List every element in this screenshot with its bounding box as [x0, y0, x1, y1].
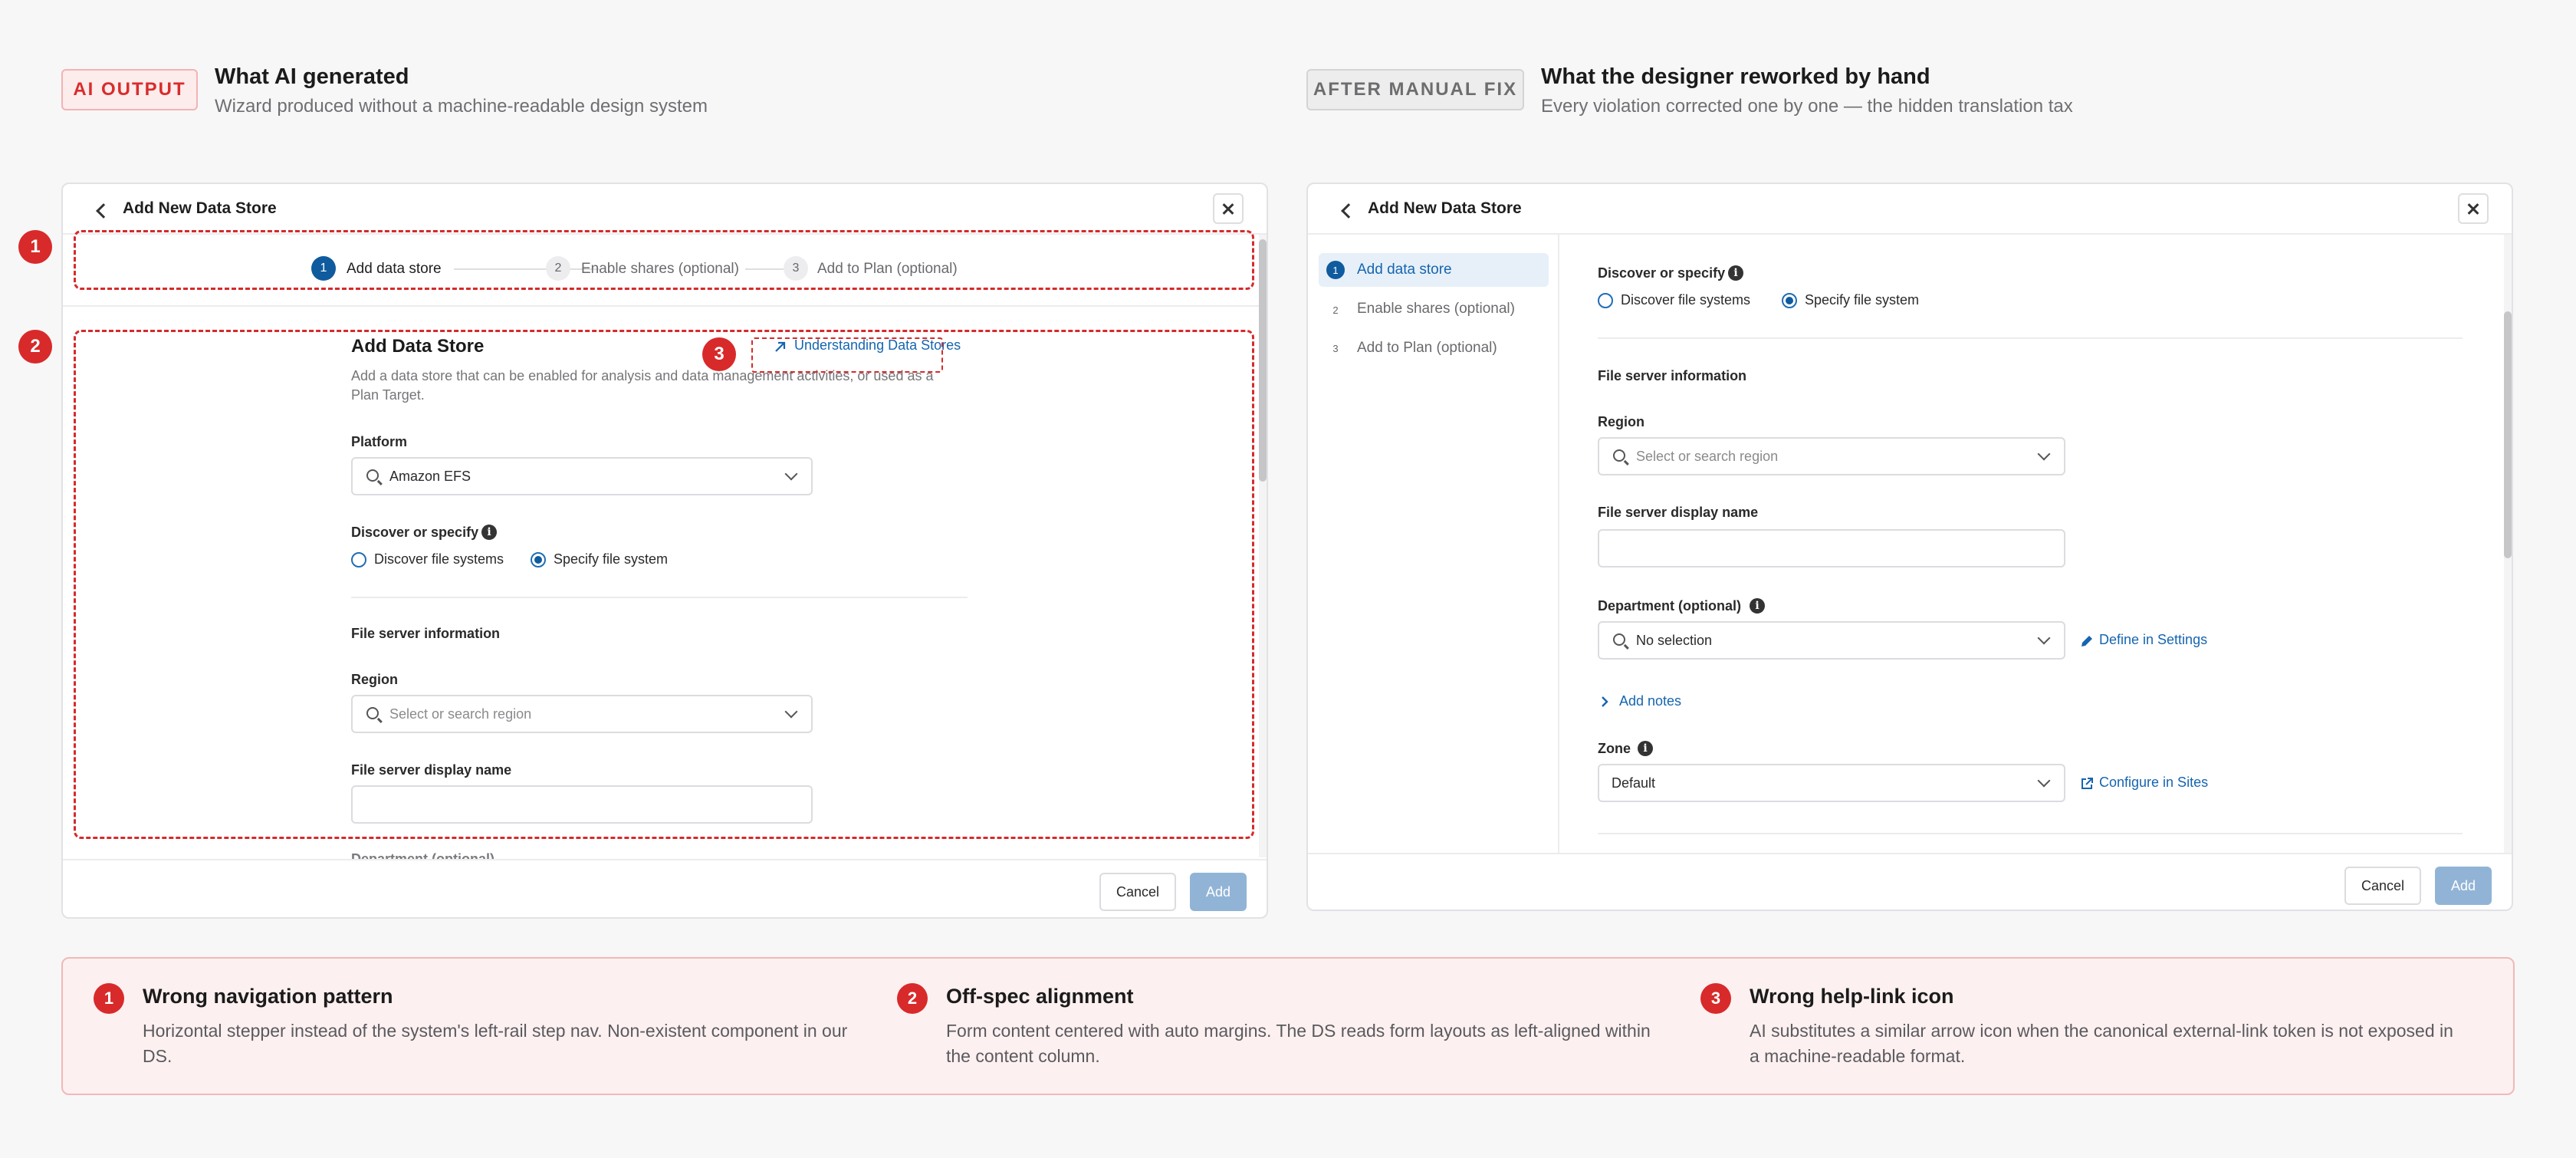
add-notes-link[interactable]: Add notes	[1619, 693, 1681, 709]
callout-1-title: Wrong navigation pattern	[143, 985, 393, 1008]
pencil-icon	[2082, 636, 2092, 646]
cancel-button[interactable]: Cancel	[1099, 873, 1176, 911]
header-divider	[1308, 233, 2512, 235]
callout-3-title: Wrong help-link icon	[1750, 985, 1954, 1008]
fixed-wizard-panel: Add New Data Store 1 Add data store 2 En…	[1306, 183, 2513, 911]
back-chevron-icon[interactable]	[1341, 203, 1356, 219]
specify-file-system-radio[interactable]	[1782, 293, 1797, 308]
zone-select-value: Default	[1612, 775, 1656, 791]
callout-1-text: Horizontal stepper instead of the system…	[143, 1021, 848, 1066]
display-name-input[interactable]	[1598, 529, 2065, 567]
region-select-placeholder: Select or search region	[1636, 449, 1779, 464]
ai-output-subtitle: Wizard produced without a machine-readab…	[215, 96, 708, 117]
scrollbar-thumb[interactable]	[1259, 239, 1267, 482]
stepper-divider	[63, 305, 1267, 307]
department-label: Department (optional)	[1598, 598, 1741, 614]
rail-step-1-number: 1	[1326, 261, 1345, 279]
violation-2-outline	[74, 330, 1254, 839]
close-button[interactable]	[1213, 193, 1244, 224]
discover-file-systems-radio[interactable]	[1598, 293, 1613, 308]
violation-1-outline	[74, 230, 1254, 290]
callout-3-badge: 3	[1700, 983, 1731, 1014]
left-rail-divider	[1558, 235, 1559, 853]
zone-select[interactable]: Default	[1598, 764, 2065, 802]
define-in-settings-link[interactable]: Define in Settings	[2099, 632, 2207, 648]
department-select[interactable]: No selection	[1598, 621, 2065, 660]
info-icon[interactable]: i	[1750, 598, 1765, 614]
discover-file-systems-label: Discover file systems	[1621, 292, 1751, 308]
manual-fix-subtitle: Every violation corrected one by one — t…	[1541, 96, 2073, 117]
search-icon	[1613, 633, 1625, 646]
callout-3-text: AI substitutes a similar arrow icon when…	[1750, 1021, 2453, 1066]
violation-3-outline	[751, 337, 943, 373]
file-server-section-title: File server information	[1598, 368, 1747, 383]
ai-output-tag: AI OUTPUT	[61, 69, 198, 110]
section-divider	[1598, 337, 2463, 339]
callout-2-badge: 2	[897, 983, 928, 1014]
search-icon	[1613, 449, 1625, 462]
specify-file-system-label: Specify file system	[1805, 292, 1920, 308]
rail-step-2-label[interactable]: Enable shares (optional)	[1357, 301, 1515, 317]
external-link-icon	[2082, 778, 2093, 789]
chevron-down-icon	[2037, 774, 2051, 788]
back-chevron-icon[interactable]	[96, 203, 111, 219]
configure-in-sites-link[interactable]: Configure in Sites	[2099, 775, 2208, 791]
info-icon[interactable]: i	[1638, 741, 1653, 756]
rail-step-1-label: Add data store	[1357, 262, 1452, 278]
region-select[interactable]: Select or search region	[1598, 437, 2065, 475]
callout-2-title: Off-spec alignment	[946, 985, 1134, 1008]
callout-1-badge: 1	[94, 983, 124, 1014]
close-button[interactable]	[2458, 193, 2489, 224]
display-name-label: File server display name	[1598, 505, 1759, 520]
footer-divider	[1308, 853, 2512, 854]
add-button[interactable]: Add	[1190, 873, 1247, 911]
chevron-down-icon	[2037, 447, 2051, 461]
zone-label: Zone	[1598, 741, 1631, 756]
manual-fix-title: What the designer reworked by hand	[1541, 64, 1930, 89]
cancel-button[interactable]: Cancel	[2344, 867, 2421, 905]
violation-1-badge: 1	[18, 230, 52, 264]
manual-fix-tag: AFTER MANUAL FIX	[1306, 69, 1524, 110]
section-divider	[1598, 833, 2463, 834]
add-button[interactable]: Add	[2435, 867, 2492, 905]
wizard-title: Add New Data Store	[123, 199, 277, 217]
scrollbar-thumb[interactable]	[2504, 311, 2512, 558]
rail-step-2-number: 2	[1332, 304, 1339, 316]
discover-or-specify-label: Discover or specify	[1598, 265, 1726, 281]
footer-divider	[63, 859, 1267, 860]
chevron-right-icon	[1602, 696, 1608, 707]
info-icon[interactable]: i	[1728, 265, 1743, 281]
violation-3-badge: 3	[702, 337, 736, 371]
rail-step-3-label[interactable]: Add to Plan (optional)	[1357, 340, 1497, 357]
department-label-cut-off: Department (optional)	[351, 851, 495, 859]
region-label: Region	[1598, 414, 1644, 429]
callout-2-text: Form content centered with auto margins.…	[946, 1021, 1651, 1066]
chevron-down-icon	[2037, 631, 2051, 645]
wizard-title: Add New Data Store	[1368, 199, 1522, 217]
department-select-value: No selection	[1636, 633, 1713, 648]
violation-2-badge: 2	[18, 330, 52, 364]
ai-output-title: What AI generated	[215, 64, 409, 89]
rail-step-3-number: 3	[1332, 342, 1339, 354]
